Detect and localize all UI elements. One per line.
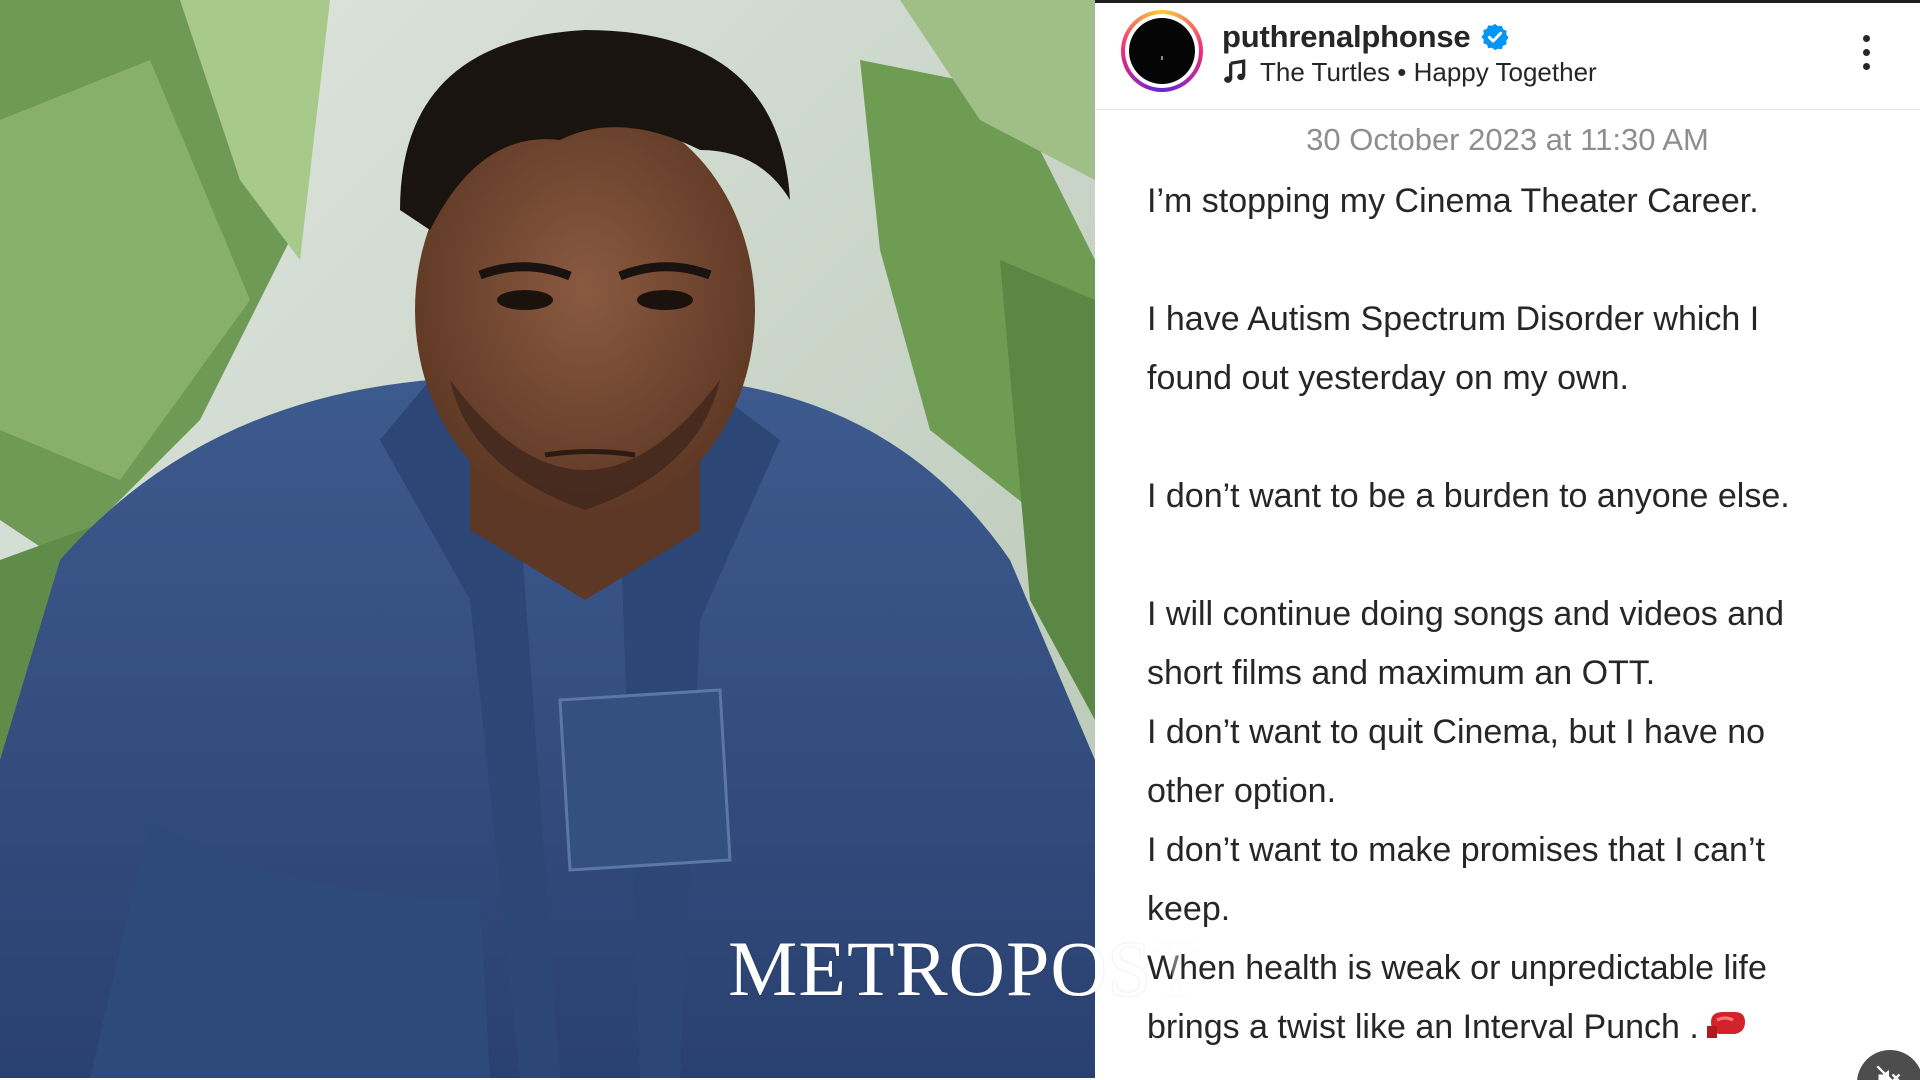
caption-line: I have Autism Spectrum Disorder which I [1147,300,1760,338]
verified-badge-icon [1481,23,1510,51]
caption-line: other option. [1147,772,1337,810]
caption-line-last: brings a twist like an Interval Punch . [1147,998,1907,1057]
caption-line: When health is weak or unpredictable lif… [1147,949,1767,987]
audio-row[interactable]: The Turtles • Happy Together [1222,55,1597,89]
avatar[interactable] [1121,10,1203,92]
watermark-text-faded: T [1152,925,1201,1012]
post-caption: I’m stopping my Cinema Theater Career. I… [1147,172,1907,1057]
post-timestamp: 30 October 2023 at 11:30 AM [1306,122,1709,157]
caption-line: I don’t want to quit Cinema, but I have … [1147,713,1766,751]
more-options-icon[interactable] [1860,31,1872,75]
watermark-text: METROPOS [728,925,1153,1012]
username-row: puthrenalphonse [1222,17,1510,57]
caption-line: keep. [1147,890,1231,928]
caption-line: I will continue doing songs and videos a… [1147,595,1784,633]
music-note-icon [1224,59,1246,83]
post-photo [0,0,1095,1078]
post-header: puthrenalphonse The Turtles • Happy Toge… [1095,3,1920,110]
caption-line-text: brings a twist like an Interval Punch . [1147,1008,1699,1046]
muted-speaker-icon [1876,1065,1901,1080]
metropost-watermark: METROPOST [728,924,1200,1014]
boxing-glove-icon [1706,1012,1745,1038]
caption-line: short films and maximum an OTT. [1147,654,1656,692]
instagram-post: puthrenalphonse The Turtles • Happy Toge… [1095,0,1920,1080]
caption-line: found out yesterday on my own. [1147,359,1629,397]
caption-line: I don’t want to be a burden to anyone el… [1147,477,1790,515]
username-link[interactable]: puthrenalphonse [1222,19,1471,55]
audio-track-label: The Turtles • Happy Together [1260,56,1597,87]
caption-line: I’m stopping my Cinema Theater Career. [1147,182,1759,220]
caption-line: I don’t want to make promises that I can… [1147,831,1765,869]
